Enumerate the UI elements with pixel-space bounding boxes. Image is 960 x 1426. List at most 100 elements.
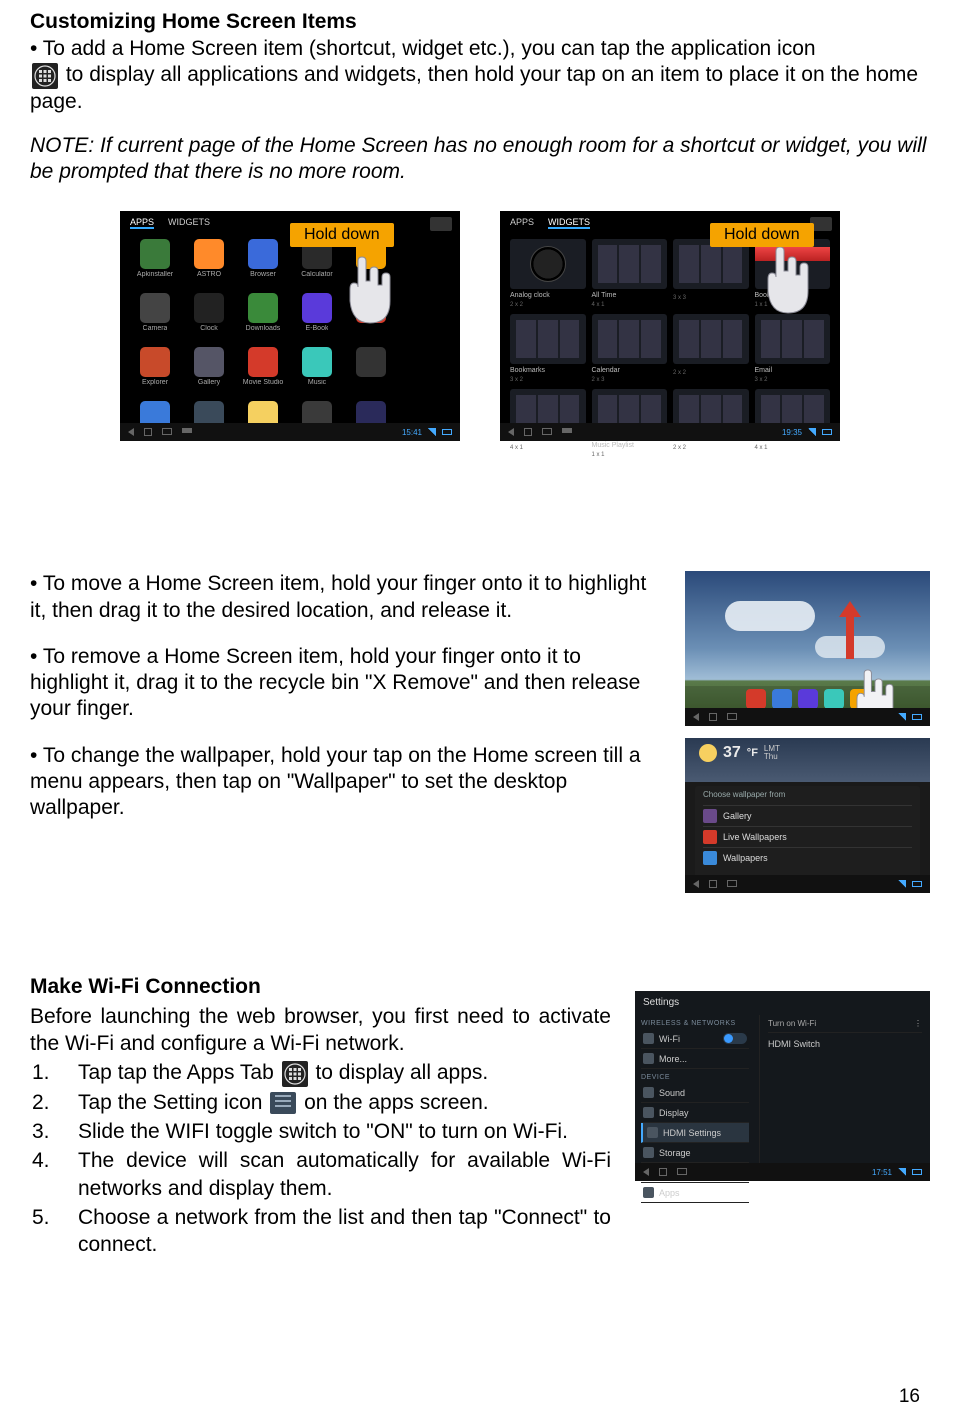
settings-row[interactable]: Apps xyxy=(641,1183,749,1203)
settings-row-label: More... xyxy=(659,1054,687,1064)
widget-size: 1 x 1 xyxy=(755,302,831,308)
widget-label: Calendar xyxy=(592,367,668,374)
widget-item[interactable]: 3 x 3 xyxy=(673,239,749,308)
recent-icon[interactable] xyxy=(727,713,737,720)
page-number: 16 xyxy=(899,1386,920,1408)
tab-apps-2[interactable]: APPS xyxy=(510,217,534,229)
back-icon[interactable] xyxy=(508,428,514,436)
widget-item[interactable]: All Time4 x 1 xyxy=(592,239,668,308)
temperature-value: 37 xyxy=(723,744,741,762)
app-icon xyxy=(302,347,332,377)
menu-icon[interactable] xyxy=(562,428,572,433)
bullet-move: To move a Home Screen item, hold your fi… xyxy=(30,571,655,624)
wifi-status-icon xyxy=(898,713,906,721)
widget-item[interactable]: Bookmark1 x 1 xyxy=(755,239,831,308)
app-item[interactable]: Movie Studio xyxy=(238,347,288,397)
app-item[interactable]: Downloads xyxy=(238,293,288,343)
app-item[interactable] xyxy=(346,293,396,343)
tab-widgets[interactable]: WIDGETS xyxy=(168,217,210,229)
back-icon[interactable] xyxy=(128,428,134,436)
wallpaper-option[interactable]: Live Wallpapers xyxy=(703,826,912,847)
app-item[interactable] xyxy=(400,239,450,289)
tab-apps[interactable]: APPS xyxy=(130,217,154,229)
step-number: 4. xyxy=(30,1147,78,1202)
settings-row-label: Display xyxy=(659,1108,689,1118)
app-icon xyxy=(410,293,440,323)
step-text: Choose a network from the list and then … xyxy=(78,1204,611,1259)
temp-sub2: Thu xyxy=(764,753,780,761)
settings-row[interactable]: HDMI Settings xyxy=(641,1123,749,1143)
wifi-step: 1.Tap tap the Apps Tab to display all ap… xyxy=(30,1059,611,1086)
dock-icon[interactable] xyxy=(772,689,792,709)
settings-row[interactable]: Display xyxy=(641,1103,749,1123)
clock-time: 19:35 xyxy=(782,428,802,437)
wifi-status-icon xyxy=(898,880,906,888)
dock-icon[interactable] xyxy=(824,689,844,709)
app-item[interactable]: Apkinstaller xyxy=(130,239,180,289)
home-icon[interactable] xyxy=(709,713,717,721)
widget-item[interactable]: Calendar2 x 3 xyxy=(592,314,668,383)
recent-icon[interactable] xyxy=(162,428,172,435)
app-icon xyxy=(140,347,170,377)
recent-icon[interactable] xyxy=(727,880,737,887)
app-item[interactable]: Gallery xyxy=(184,347,234,397)
app-item[interactable] xyxy=(400,293,450,343)
intro-prefix: • To add a Home Screen item (shortcut, w… xyxy=(30,37,816,60)
screenshot-widgets: Hold down APPS WIDGETS Analog clock2 x 2… xyxy=(500,211,840,441)
shop-icon[interactable] xyxy=(430,217,452,231)
settings-dots-icon[interactable]: ⋮ xyxy=(914,1019,922,1028)
app-item[interactable]: ASTRO xyxy=(184,239,234,289)
dock-icon[interactable] xyxy=(746,689,766,709)
home-icon[interactable] xyxy=(144,428,152,436)
tab-widgets-2[interactable]: WIDGETS xyxy=(548,217,590,229)
app-item[interactable]: Music xyxy=(292,347,342,397)
menu-icon[interactable] xyxy=(182,428,192,433)
app-item[interactable] xyxy=(400,347,450,397)
dock-icon[interactable] xyxy=(850,689,870,709)
settings-row[interactable]: Wi-Fi xyxy=(641,1029,749,1049)
app-item[interactable]: Browser xyxy=(238,239,288,289)
app-label: ASTRO xyxy=(197,271,221,278)
wifi-status-icon xyxy=(428,428,436,436)
step-number: 2. xyxy=(30,1089,78,1116)
widget-size: 1 x 1 xyxy=(592,452,668,458)
widget-item[interactable]: Email3 x 2 xyxy=(755,314,831,383)
apps-grid-icon xyxy=(282,1061,308,1087)
recent-icon[interactable] xyxy=(677,1168,687,1175)
widget-item[interactable]: Bookmarks3 x 2 xyxy=(510,314,586,383)
home-icon[interactable] xyxy=(709,880,717,888)
widget-item[interactable]: 2 x 2 xyxy=(673,314,749,383)
back-icon[interactable] xyxy=(643,1168,649,1176)
sun-icon xyxy=(699,744,717,762)
home-icon[interactable] xyxy=(524,428,532,436)
app-item[interactable] xyxy=(346,347,396,397)
wallpaper-option[interactable]: Gallery xyxy=(703,805,912,826)
settings-row[interactable]: More... xyxy=(641,1049,749,1069)
widget-item[interactable]: Analog clock2 x 2 xyxy=(510,239,586,308)
settings-network-row[interactable]: HDMI Switch xyxy=(768,1033,922,1055)
app-item[interactable]: Clock xyxy=(184,293,234,343)
app-item[interactable]: E-Book xyxy=(292,293,342,343)
widget-thumb xyxy=(755,314,831,364)
app-item[interactable]: Camera xyxy=(130,293,180,343)
wifi-step: 2.Tap the Setting icon on the apps scree… xyxy=(30,1089,611,1116)
settings-row[interactable]: Storage xyxy=(641,1143,749,1163)
recent-icon[interactable] xyxy=(542,428,552,435)
app-icon xyxy=(140,293,170,323)
app-icon xyxy=(248,239,278,269)
widget-size: 2 x 2 xyxy=(510,302,586,308)
wifi-toggle[interactable] xyxy=(723,1033,747,1044)
wallpaper-option[interactable]: Wallpapers xyxy=(703,847,912,868)
back-icon[interactable] xyxy=(693,880,699,888)
battery-icon xyxy=(912,714,922,720)
settings-row-icon xyxy=(643,1053,654,1064)
app-label: Downloads xyxy=(246,325,281,332)
settings-row[interactable]: Sound xyxy=(641,1083,749,1103)
battery-icon xyxy=(822,429,832,435)
app-item[interactable]: Explorer xyxy=(130,347,180,397)
back-icon[interactable] xyxy=(693,713,699,721)
home-icon[interactable] xyxy=(659,1168,667,1176)
dock-icon[interactable] xyxy=(798,689,818,709)
app-icon xyxy=(194,239,224,269)
weather-widget: 37 °F LMT Thu xyxy=(699,744,780,762)
